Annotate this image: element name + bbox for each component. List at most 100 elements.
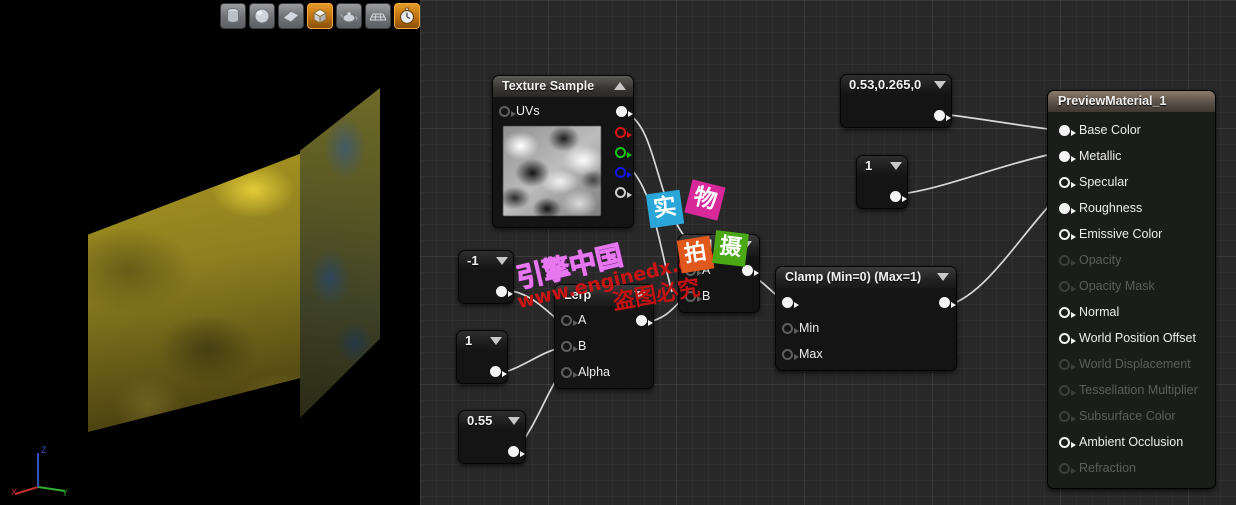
chevron-down-icon[interactable] [496, 256, 508, 265]
node-header[interactable]: Lerp [555, 285, 653, 306]
node-header[interactable]: 0.53,0.265,0 [841, 75, 951, 95]
result-input-roughness[interactable]: Roughness [1048, 195, 1215, 221]
output-pin-rgb[interactable] [616, 105, 633, 117]
output-pin[interactable] [508, 445, 525, 457]
teapot-mesh-button[interactable] [336, 3, 362, 29]
chevron-down-icon[interactable] [490, 336, 502, 345]
chevron-down-icon[interactable] [634, 291, 646, 299]
node-input-a[interactable]: A [555, 310, 653, 330]
node-header[interactable]: 1 [857, 156, 907, 176]
texture-thumbnail[interactable] [502, 125, 602, 217]
chevron-down-icon[interactable] [508, 416, 520, 425]
node-input-max[interactable]: Max [776, 344, 956, 364]
node-output-row[interactable] [459, 441, 525, 461]
input-pin-value[interactable] [782, 296, 799, 308]
input-pin-specular[interactable] [1059, 176, 1076, 188]
input-pin-alpha[interactable] [561, 366, 578, 378]
node-texture-sample[interactable]: Texture Sample UVs [492, 75, 634, 228]
node-input-b[interactable]: B [679, 286, 759, 306]
output-pin[interactable] [490, 365, 507, 377]
result-input-emissive-color[interactable]: Emissive Color [1048, 221, 1215, 247]
input-pin-roughness[interactable] [1059, 202, 1076, 214]
output-pin[interactable] [934, 109, 951, 121]
input-pin-uvs[interactable] [499, 105, 516, 117]
grid-toggle-button[interactable] [365, 3, 391, 29]
node-preview-material-result[interactable]: PreviewMaterial_1 Base Color Metallic Sp… [1047, 90, 1216, 489]
plane-mesh-button[interactable] [278, 3, 304, 29]
result-input-tessellation-multiplier: Tessellation Multiplier [1048, 377, 1215, 403]
output-pin[interactable] [890, 190, 907, 202]
node-input-alpha[interactable]: Alpha [555, 362, 653, 382]
node-const-055[interactable]: 0.55 [458, 410, 526, 464]
preview-mesh-cube[interactable] [0, 0, 420, 505]
node-const-1a[interactable]: 1 [456, 330, 508, 384]
input-pin-a[interactable] [685, 264, 702, 276]
result-input-normal[interactable]: Normal [1048, 299, 1215, 325]
node-clamp[interactable]: Clamp (Min=0) (Max=1) Min Max [775, 266, 957, 371]
node-input-uvs[interactable]: UVs [493, 101, 633, 121]
input-pin-a[interactable] [561, 314, 578, 326]
node-header[interactable]: Clamp (Min=0) (Max=1) [776, 267, 956, 288]
output-pin[interactable] [742, 264, 759, 276]
plane-icon [282, 10, 300, 23]
chevron-down-icon[interactable] [890, 161, 902, 170]
node-header[interactable]: 1 [457, 331, 507, 351]
node-body [457, 351, 507, 383]
node-output-row[interactable] [841, 105, 951, 125]
input-pin-world-position-offset[interactable] [1059, 332, 1076, 344]
node-header[interactable]: Add [679, 235, 759, 256]
realtime-toggle-button[interactable] [394, 3, 420, 29]
material-preview-viewport[interactable]: X Y Z [0, 0, 420, 505]
node-header[interactable]: PreviewMaterial_1 [1048, 91, 1215, 112]
node-input-a[interactable]: A [679, 260, 759, 280]
output-pin-a[interactable] [615, 187, 632, 198]
result-input-metallic[interactable]: Metallic [1048, 143, 1215, 169]
chevron-down-icon[interactable] [740, 241, 752, 249]
node-header[interactable]: Texture Sample [493, 76, 633, 97]
sphere-mesh-button[interactable] [249, 3, 275, 29]
node-output-row[interactable] [459, 281, 513, 301]
node-output-row[interactable] [457, 361, 507, 381]
node-const-vector[interactable]: 0.53,0.265,0 [840, 74, 952, 128]
output-pin-r[interactable] [615, 127, 632, 138]
result-input-ambient-occlusion[interactable]: Ambient Occlusion [1048, 429, 1215, 455]
chevron-up-icon[interactable] [614, 82, 626, 90]
input-pin-min[interactable] [782, 322, 799, 334]
input-pin-metallic[interactable] [1059, 150, 1076, 162]
node-const-1b[interactable]: 1 [856, 155, 908, 209]
node-output-row[interactable] [857, 186, 907, 206]
output-pin[interactable] [636, 314, 653, 326]
input-pin-b[interactable] [561, 340, 578, 352]
output-pin[interactable] [939, 296, 956, 308]
node-header[interactable]: -1 [459, 251, 513, 271]
chevron-down-icon[interactable] [934, 80, 946, 89]
node-lerp[interactable]: Lerp A B Alpha [554, 284, 654, 389]
result-input-world-position-offset[interactable]: World Position Offset [1048, 325, 1215, 351]
chevron-down-icon[interactable] [937, 273, 949, 281]
result-input-base-color[interactable]: Base Color [1048, 117, 1215, 143]
node-const-neg1[interactable]: -1 [458, 250, 514, 304]
axis-label-x: X [11, 487, 17, 497]
node-input-value[interactable] [776, 292, 956, 312]
output-pin-b[interactable] [615, 167, 632, 178]
input-label-a: A [702, 263, 711, 277]
node-input-b[interactable]: B [555, 336, 653, 356]
node-title-label: Add [688, 238, 713, 252]
cube-mesh-button[interactable] [307, 3, 333, 29]
node-input-min[interactable]: Min [776, 318, 956, 338]
input-pin-base-color[interactable] [1059, 124, 1076, 136]
node-add[interactable]: Add A B [678, 234, 760, 313]
output-pin[interactable] [496, 285, 513, 297]
input-pin-b[interactable] [685, 290, 702, 302]
texture-output-pins [615, 121, 633, 221]
cylinder-mesh-button[interactable] [220, 3, 246, 29]
result-input-specular[interactable]: Specular [1048, 169, 1215, 195]
viewport-mesh-toolbar[interactable] [220, 3, 420, 29]
material-node-graph[interactable]: Texture Sample UVs -1 1 0.55 Lerp A B Al… [420, 0, 1236, 505]
input-pin-normal[interactable] [1059, 306, 1076, 318]
output-pin-g[interactable] [615, 147, 632, 158]
input-pin-ambient-occlusion[interactable] [1059, 436, 1076, 448]
node-header[interactable]: 0.55 [459, 411, 525, 431]
input-pin-max[interactable] [782, 348, 799, 360]
input-pin-emissive-color[interactable] [1059, 228, 1076, 240]
